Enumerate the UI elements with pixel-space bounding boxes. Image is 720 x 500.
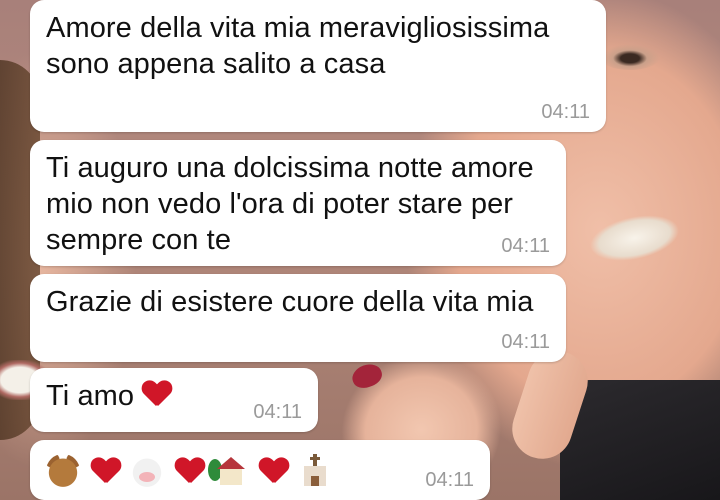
red-heart-icon: [91, 458, 119, 484]
house-with-garden-icon: [208, 454, 248, 488]
red-heart-icon: [259, 458, 287, 484]
message-bubble[interactable]: Amore della vita mia meravigliosissima s…: [30, 0, 606, 132]
bear-face-icon: [46, 454, 80, 488]
message-text: Grazie di esistere cuore della vita mia: [46, 286, 534, 318]
cow-face-icon: [130, 454, 164, 488]
message-timestamp: 04:11: [501, 331, 550, 353]
message-timestamp: 04:11: [253, 401, 302, 423]
message-text: Amore della vita mia meravigliosissima s…: [46, 12, 550, 80]
emoji-row: [46, 450, 474, 488]
message-timestamp: 04:11: [541, 101, 590, 123]
background-shirt: [560, 380, 720, 500]
message-text: Ti auguro una dolcissima notte amore mio…: [46, 152, 534, 256]
red-heart-icon: [142, 381, 170, 407]
background-smile: [570, 198, 700, 282]
church-icon: [298, 454, 332, 488]
message-bubble[interactable]: 04:11: [30, 440, 490, 500]
red-heart-icon: [175, 458, 203, 484]
message-text: Ti amo: [46, 380, 135, 412]
message-timestamp: 04:11: [425, 469, 474, 491]
message-bubble[interactable]: Ti auguro una dolcissima notte amore mio…: [30, 140, 566, 266]
message-bubble[interactable]: Grazie di esistere cuore della vita mia …: [30, 274, 566, 362]
message-timestamp: 04:11: [501, 235, 550, 257]
background-eye: [600, 44, 660, 70]
message-bubble[interactable]: Ti amo 04:11: [30, 368, 318, 432]
